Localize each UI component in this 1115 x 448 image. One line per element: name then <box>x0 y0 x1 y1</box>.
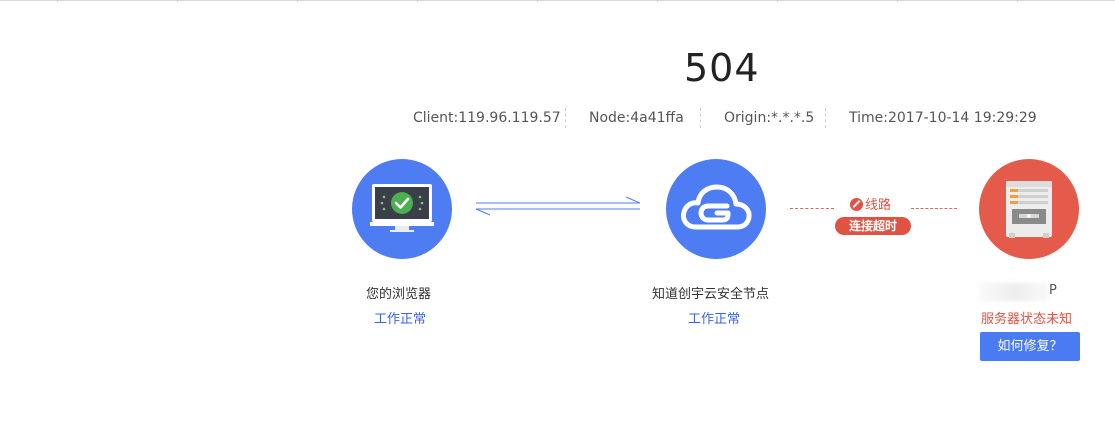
cloud-logo-icon <box>681 184 752 230</box>
route-text: 线路 <box>865 198 892 213</box>
top-border-tick <box>417 0 418 2</box>
node-id: Node:4a41ffa <box>589 110 684 126</box>
browser-circle <box>352 159 452 259</box>
browser-status: 工作正常 <box>374 312 427 327</box>
error-page: 504 Client:119.96.119.57 Node:4a41ffa Or… <box>0 0 1115 448</box>
timestamp: Time:2017-10-14 19:29:29 <box>849 110 1037 126</box>
bidirectional-arrows-icon <box>475 196 641 216</box>
server-label-tail: P <box>1049 283 1057 298</box>
top-border-tick <box>537 0 538 2</box>
node-status: 工作正常 <box>688 312 741 327</box>
meta-divider <box>700 108 701 128</box>
server-icon <box>1006 181 1052 238</box>
link-dash-left <box>790 208 834 209</box>
top-border-tick <box>1017 0 1018 2</box>
top-border <box>0 0 1115 1</box>
node-label: 知道创宇云安全节点 <box>652 287 770 302</box>
node-circle <box>666 159 766 259</box>
top-border-tick <box>657 0 658 2</box>
error-code: 504 <box>684 46 760 90</box>
origin-ip: Origin:*.*.*.5 <box>724 110 815 126</box>
top-border-tick <box>297 0 298 2</box>
meta-divider <box>565 108 566 128</box>
route-label: 线路 <box>850 194 891 213</box>
meta-divider <box>825 108 826 128</box>
browser-label: 您的浏览器 <box>366 287 432 302</box>
client-ip: Client:119.96.119.57 <box>413 110 561 126</box>
timeout-badge: 连接超时 <box>835 217 911 235</box>
link-dash-right <box>911 208 957 209</box>
top-border-tick <box>57 0 58 2</box>
blocked-icon <box>850 198 863 211</box>
top-border-tick <box>897 0 898 2</box>
server-label-redacted <box>979 283 1049 301</box>
server-status: 服务器状态未知 <box>981 312 1073 327</box>
server-circle <box>979 159 1079 259</box>
how-to-fix-button[interactable]: 如何修复？ <box>980 332 1080 361</box>
top-border-tick <box>177 0 178 2</box>
top-border-tick <box>777 0 778 2</box>
monitor-check-icon <box>370 184 434 232</box>
